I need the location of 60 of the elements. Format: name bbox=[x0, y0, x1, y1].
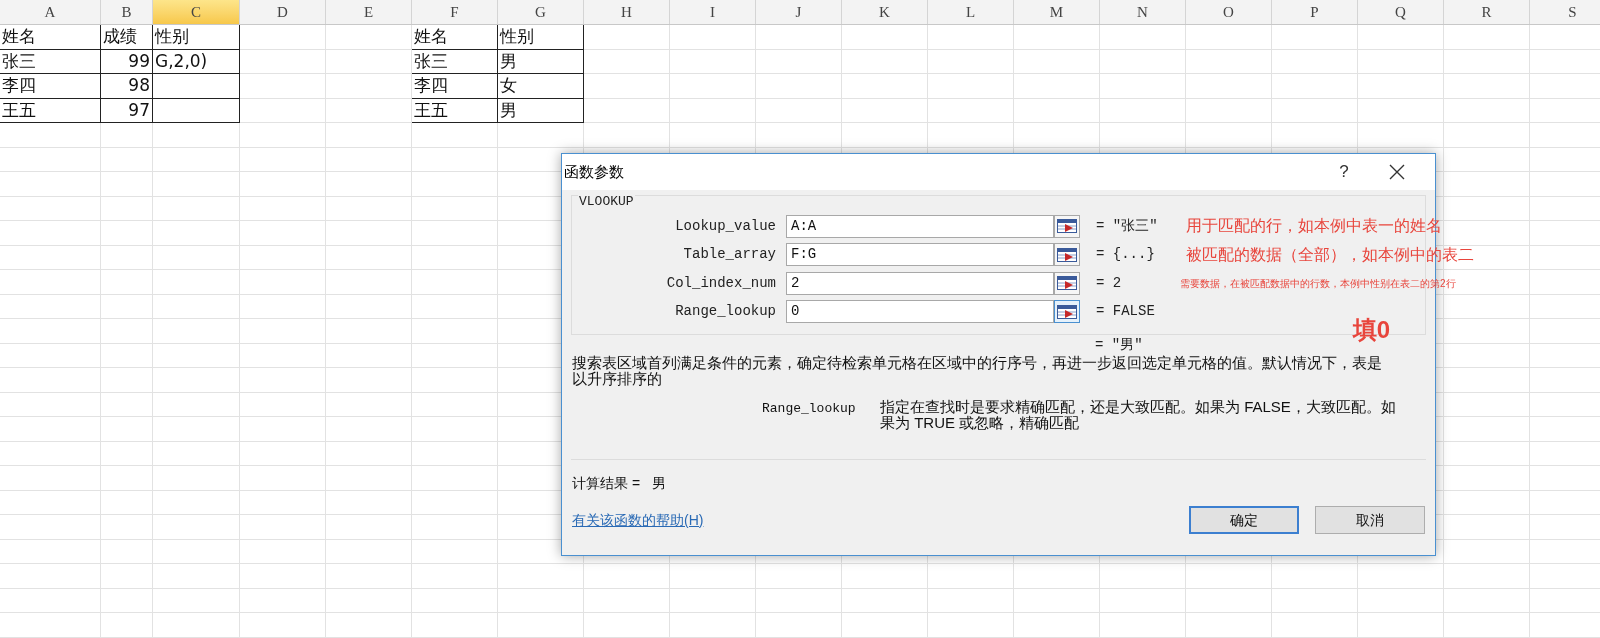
column-header[interactable]: P bbox=[1272, 0, 1358, 24]
column-header[interactable]: Q bbox=[1358, 0, 1444, 24]
column-header[interactable]: N bbox=[1100, 0, 1186, 24]
help-link[interactable]: 有关该函数的帮助(H) bbox=[572, 509, 704, 531]
table-cell[interactable]: 王五 bbox=[412, 98, 498, 123]
argument-result: = "张三" bbox=[1096, 216, 1159, 236]
dialog-button[interactable]: 确定 bbox=[1189, 506, 1299, 534]
column-header[interactable]: O bbox=[1186, 0, 1272, 24]
argument-field[interactable]: F:G bbox=[786, 243, 1054, 267]
table-cell[interactable]: G,2,0) bbox=[153, 49, 240, 74]
column-header[interactable]: S bbox=[1530, 0, 1600, 24]
column-header[interactable]: H bbox=[584, 0, 670, 24]
table-cell[interactable]: 成绩 bbox=[101, 25, 153, 50]
column-header[interactable]: K bbox=[842, 0, 928, 24]
table-cell[interactable]: 性别 bbox=[498, 25, 584, 50]
table-cell[interactable]: 李四 bbox=[412, 74, 498, 99]
dialog-button[interactable]: 取消 bbox=[1315, 506, 1425, 534]
argument-result: = {...} bbox=[1096, 245, 1156, 265]
column-header[interactable]: L bbox=[928, 0, 1014, 24]
result-label: 计算结果 = bbox=[572, 473, 641, 493]
annotation: 填0 bbox=[1352, 315, 1390, 345]
table-cell[interactable]: 男 bbox=[498, 98, 584, 123]
column-header[interactable]: R bbox=[1444, 0, 1530, 24]
table-cell[interactable]: 王五 bbox=[0, 98, 101, 123]
column-header[interactable]: C bbox=[153, 0, 240, 24]
table-cell[interactable]: 张三 bbox=[412, 49, 498, 74]
table-cell[interactable]: 男 bbox=[498, 49, 584, 74]
argument-label: Lookup_value bbox=[674, 216, 776, 236]
function-description: 搜索表区域首列满足条件的元素，确定待检索单元格在区域中的行序号，再进一步返回选定单元格的值。默认情况下，表是以升序排序的 bbox=[572, 355, 1383, 387]
argument-field[interactable]: 2 bbox=[786, 271, 1054, 295]
table-cell[interactable]: 性别 bbox=[153, 25, 240, 50]
table-cell[interactable]: 98 bbox=[101, 74, 153, 99]
column-header[interactable]: J bbox=[756, 0, 842, 24]
dialog-title: 函数参数 bbox=[564, 161, 624, 182]
column-header[interactable]: F bbox=[412, 0, 498, 24]
column-header[interactable]: E bbox=[326, 0, 412, 24]
column-header[interactable]: D bbox=[240, 0, 326, 24]
table-cell[interactable]: 97 bbox=[101, 98, 153, 123]
argument-label: Col_index_num bbox=[665, 273, 776, 293]
argument-field[interactable]: 0 bbox=[786, 300, 1054, 324]
column-header[interactable]: I bbox=[670, 0, 756, 24]
table-cell[interactable]: 姓名 bbox=[412, 25, 498, 50]
table-cell[interactable]: 张三 bbox=[0, 49, 101, 74]
help-button[interactable]: ? bbox=[1329, 159, 1359, 185]
table-cell[interactable]: 99 bbox=[101, 49, 153, 74]
table-cell[interactable]: 女 bbox=[498, 74, 584, 99]
table-cell[interactable]: 李四 bbox=[0, 74, 101, 99]
argument-result: = FALSE bbox=[1096, 302, 1156, 322]
argument-label: Range_lookup bbox=[674, 302, 776, 322]
argument-name: Range_lookup bbox=[762, 400, 857, 418]
argument-result: = 2 bbox=[1096, 273, 1123, 293]
column-header[interactable]: G bbox=[498, 0, 584, 24]
argument-field[interactable]: A:A bbox=[786, 214, 1054, 238]
formula-result: = "男" bbox=[1095, 335, 1143, 355]
argument-description: 指定在查找时是要求精确匹配，还是大致匹配。如果为 FALSE，大致匹配。如果为 TRUE 或忽略，精确匹配 bbox=[880, 399, 1397, 431]
argument-label: Table_array bbox=[682, 245, 776, 265]
table-cell[interactable]: 姓名 bbox=[0, 25, 101, 50]
column-header[interactable]: M bbox=[1014, 0, 1100, 24]
column-header[interactable]: A bbox=[0, 0, 101, 24]
result-value: 男 bbox=[652, 473, 667, 493]
